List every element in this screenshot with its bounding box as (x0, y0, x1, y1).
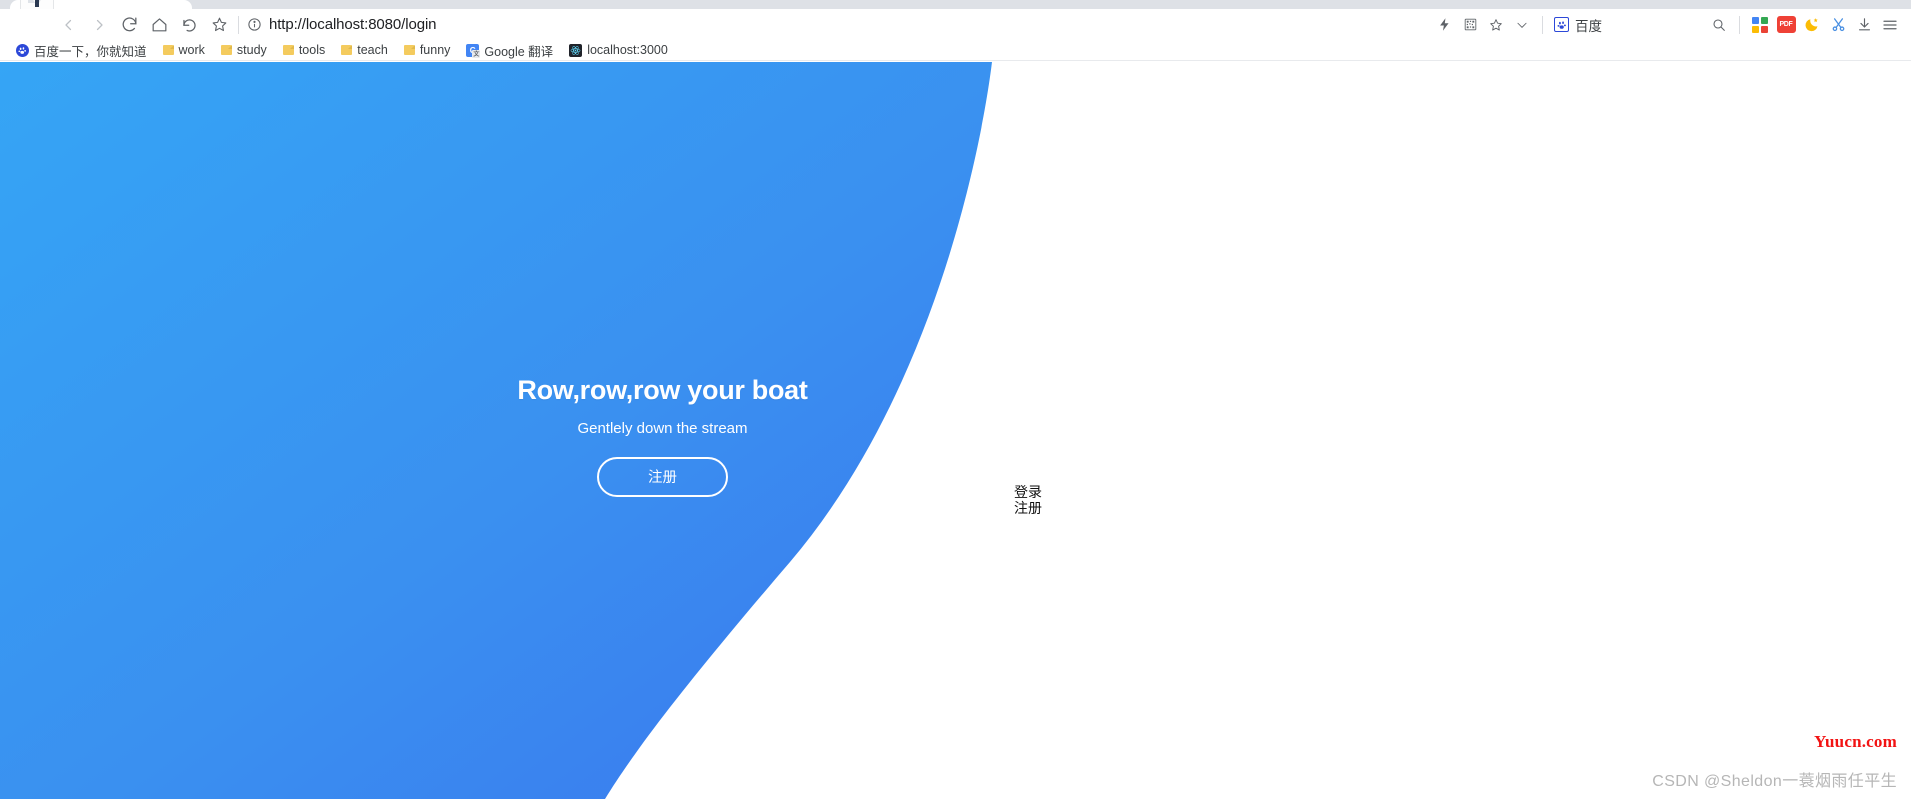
bookmark-label: Google 翻译 (484, 44, 554, 59)
bookmark-teach[interactable]: teach (333, 41, 396, 60)
pdf-icon[interactable]: PDF (1773, 11, 1799, 39)
bookmark-baidu[interactable]: 百度一下，你就知道 (8, 41, 155, 60)
toolbar-divider (238, 15, 239, 34)
link-register[interactable]: 注册 (1014, 500, 1042, 517)
browser-toolbar: http://localhost:8080/login 百度 PDF (0, 9, 1911, 40)
bookmark-label: work (178, 43, 205, 57)
folder-icon (282, 45, 294, 55)
lightning-icon[interactable] (1431, 11, 1457, 39)
search-icon[interactable] (1706, 11, 1732, 39)
bookmark-label: teach (357, 43, 388, 57)
page-viewport: Row,row,row your boat Gentlely down the … (0, 62, 1911, 799)
screenshot-scissors-icon[interactable] (1825, 11, 1851, 39)
folder-icon (162, 45, 174, 55)
bookmarks-bar: 百度一下，你就知道 work study tools teach funny G… (0, 40, 1911, 61)
info-circle-icon[interactable] (247, 17, 262, 32)
page-subtitle: Gentlely down the stream (577, 419, 748, 437)
bookmark-label: funny (419, 43, 451, 57)
address-bar[interactable]: http://localhost:8080/login (247, 11, 1431, 39)
reload-icon[interactable] (114, 11, 144, 39)
tab-strip (0, 0, 1911, 16)
react-icon (569, 43, 583, 57)
bookmark-funny[interactable]: funny (396, 41, 459, 60)
bookmark-label: tools (298, 43, 326, 57)
pdf-badge-label: PDF (1776, 16, 1796, 33)
toolbar-divider (1739, 15, 1740, 34)
google-translate-icon: G (466, 43, 481, 58)
site-watermark: Yuucn.com (1814, 732, 1897, 751)
chevron-down-icon[interactable] (1509, 11, 1535, 39)
folder-icon (341, 45, 353, 55)
bookmark-star-icon[interactable] (204, 11, 234, 39)
bookmark-study[interactable]: study (213, 41, 275, 60)
star-icon[interactable] (1483, 11, 1509, 39)
toolbar-divider (1542, 15, 1543, 34)
folder-icon (220, 45, 232, 55)
baidu-paw-icon (1554, 17, 1569, 32)
baidu-extension-label: 百度 (1575, 18, 1602, 34)
baidu-paw-icon (16, 43, 29, 57)
auth-links: 登录 注册 (1014, 484, 1042, 517)
link-login[interactable]: 登录 (1014, 484, 1042, 501)
url-text: http://localhost:8080/login (269, 16, 437, 33)
night-mode-icon[interactable] (1799, 11, 1825, 39)
bookmark-tools[interactable]: tools (275, 41, 333, 60)
back-button[interactable] (54, 11, 84, 39)
menu-icon[interactable] (1877, 11, 1903, 39)
bookmark-label: 百度一下，你就知道 (34, 44, 147, 59)
csdn-watermark: CSDN @Sheldon一蓑烟雨任平生 (1652, 773, 1897, 790)
bookmark-google-translate[interactable]: G Google 翻译 (458, 41, 561, 60)
bookmark-localhost-3000[interactable]: localhost:3000 (561, 41, 676, 60)
bookmark-work[interactable]: work (155, 41, 213, 60)
home-icon[interactable] (144, 11, 174, 39)
browser-window: http://localhost:8080/login 百度 PDF 百度一下，… (0, 0, 1911, 799)
forward-button[interactable] (84, 11, 114, 39)
undo-icon[interactable] (174, 11, 204, 39)
bookmark-label: localhost:3000 (587, 43, 668, 57)
register-button[interactable]: 注册 (596, 456, 728, 497)
folder-icon (403, 45, 415, 55)
baidu-extension-button[interactable]: 百度 (1550, 11, 1606, 39)
page-title: Row,row,row your boat (517, 374, 808, 405)
apps-grid-icon[interactable] (1747, 11, 1773, 39)
qr-code-icon[interactable] (1457, 11, 1483, 39)
toolbar-right-group: 百度 PDF (1431, 11, 1903, 39)
downloads-icon[interactable] (1851, 11, 1877, 39)
bookmark-label: study (236, 43, 267, 57)
